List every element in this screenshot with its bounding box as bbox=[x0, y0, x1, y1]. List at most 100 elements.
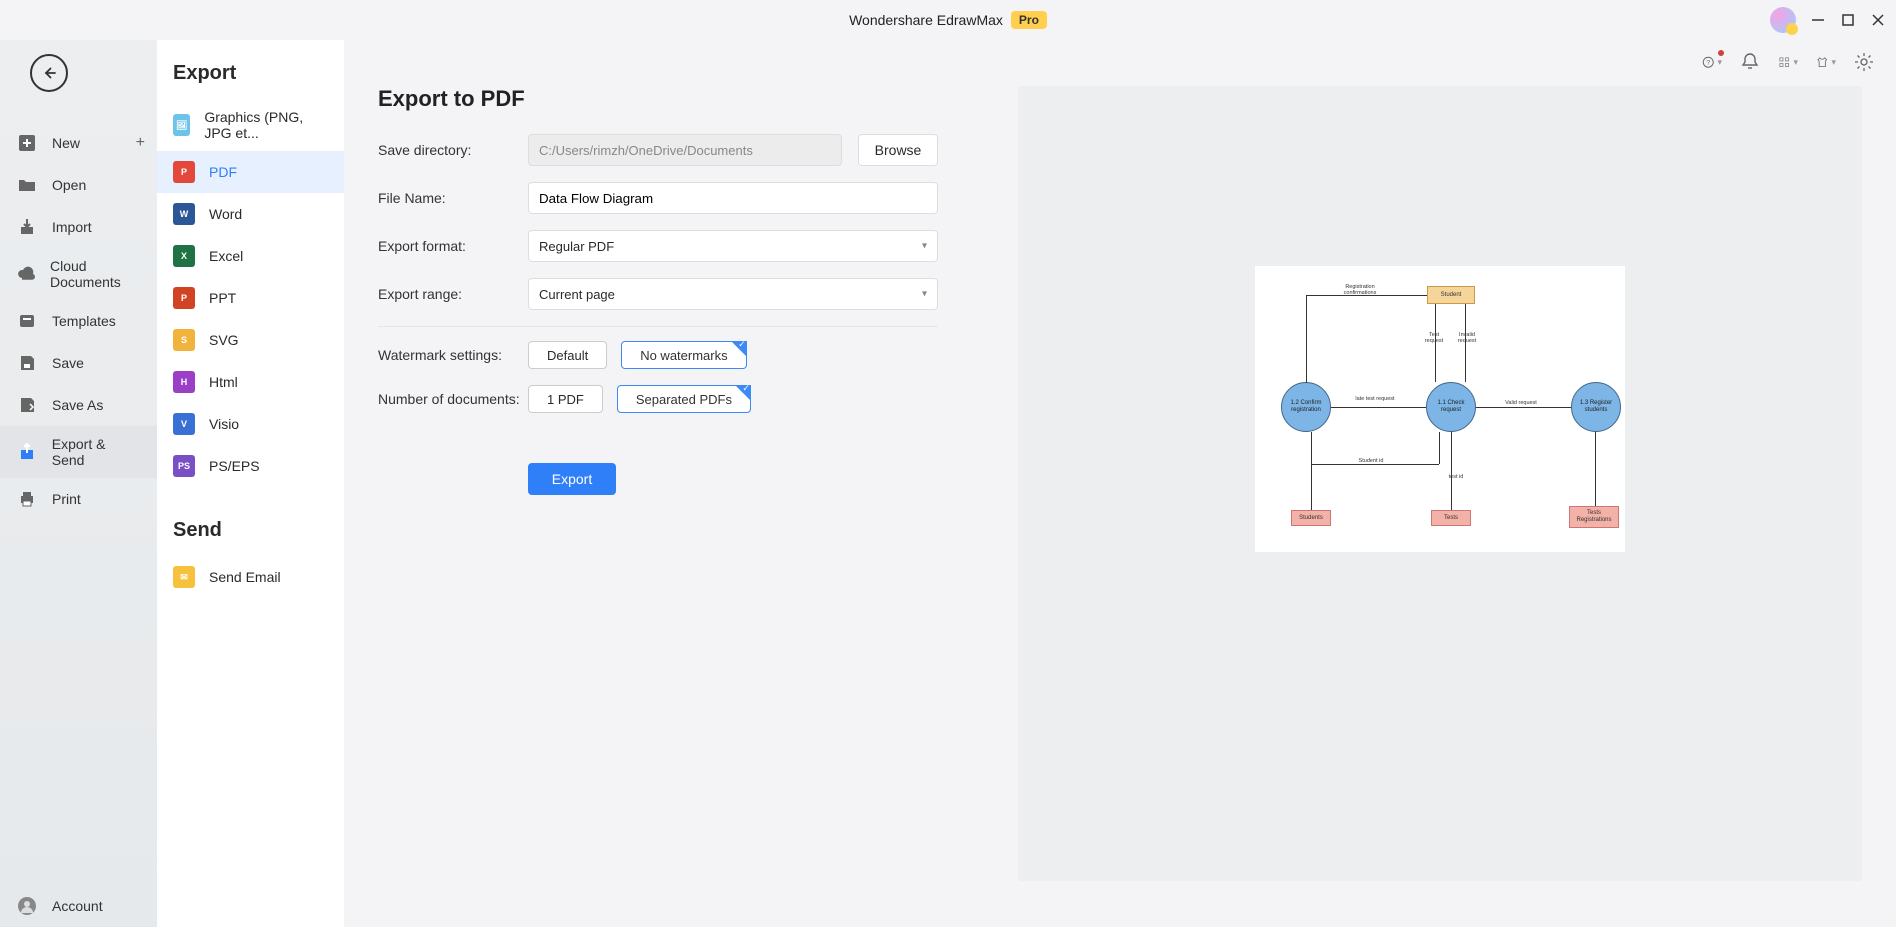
app-title: Wondershare EdrawMax bbox=[849, 12, 1003, 28]
dfd-students-store: Students bbox=[1291, 510, 1331, 526]
bell-icon[interactable] bbox=[1740, 52, 1760, 72]
watermark-none-button[interactable]: No watermarks bbox=[621, 341, 746, 369]
sidebar-item-label: Save As bbox=[52, 397, 103, 413]
svg-text:?: ? bbox=[1706, 59, 1710, 66]
shirt-icon[interactable]: ▾ bbox=[1816, 52, 1836, 72]
export-item-html[interactable]: H Html bbox=[157, 361, 344, 403]
ps-file-icon: PS bbox=[173, 455, 195, 477]
grid-apps-icon[interactable]: ▾ bbox=[1778, 52, 1798, 72]
back-button[interactable] bbox=[30, 54, 68, 92]
export-item-ppt[interactable]: P PPT bbox=[157, 277, 344, 319]
maximize-button[interactable] bbox=[1840, 12, 1856, 28]
browse-button[interactable]: Browse bbox=[858, 134, 938, 166]
sidebar-item-label: Open bbox=[52, 177, 86, 193]
svg-file-icon: S bbox=[173, 329, 195, 351]
export-item-visio[interactable]: V Visio bbox=[157, 403, 344, 445]
export-item-word[interactable]: W Word bbox=[157, 193, 344, 235]
folder-icon bbox=[16, 174, 38, 196]
filename-input[interactable] bbox=[528, 182, 938, 214]
export-item-label: Graphics (PNG, JPG et... bbox=[204, 109, 328, 141]
sidebar-item-export[interactable]: Export & Send bbox=[0, 426, 157, 478]
dfd-tests-store: Tests bbox=[1431, 510, 1471, 526]
export-item-graphics[interactable]: 🖼 Graphics (PNG, JPG et... bbox=[157, 99, 344, 151]
arrow-left-icon bbox=[40, 64, 58, 82]
export-item-pseps[interactable]: PS PS/EPS bbox=[157, 445, 344, 487]
dfd-label: test id bbox=[1441, 474, 1471, 480]
minimize-button[interactable] bbox=[1810, 12, 1826, 28]
sidebar-item-label: Export & Send bbox=[52, 436, 141, 468]
gear-icon[interactable] bbox=[1854, 52, 1874, 72]
export-item-svg[interactable]: S SVG bbox=[157, 319, 344, 361]
print-icon bbox=[16, 488, 38, 510]
save-dir-label: Save directory: bbox=[378, 142, 528, 158]
numdocs-label: Number of documents: bbox=[378, 391, 528, 407]
sidebar-item-label: Print bbox=[52, 491, 81, 507]
export-item-excel[interactable]: X Excel bbox=[157, 235, 344, 277]
pdf-file-icon: P bbox=[173, 161, 195, 183]
export-item-label: Word bbox=[209, 206, 242, 222]
export-item-pdf[interactable]: P PDF bbox=[157, 151, 344, 193]
export-heading: Export bbox=[157, 58, 344, 99]
export-item-label: PPT bbox=[209, 290, 236, 306]
sidebar-item-import[interactable]: Import bbox=[0, 206, 157, 248]
sidebar-item-label: Save bbox=[52, 355, 84, 371]
export-item-label: Visio bbox=[209, 416, 239, 432]
user-avatar-icon[interactable] bbox=[1770, 7, 1796, 33]
content-area: Export to PDF Save directory: C:/Users/r… bbox=[344, 40, 1896, 927]
numdocs-separated-button[interactable]: Separated PDFs bbox=[617, 385, 751, 413]
dfd-label: Invalid request bbox=[1453, 332, 1481, 344]
help-icon[interactable]: ?▾ bbox=[1702, 52, 1722, 72]
dfd-student: Student bbox=[1427, 286, 1475, 304]
sidebar-item-saveas[interactable]: Save As bbox=[0, 384, 157, 426]
export-button[interactable]: Export bbox=[528, 463, 616, 495]
range-select[interactable]: Current page▾ bbox=[528, 278, 938, 310]
sidebar-left: New + Open Import Cloud Documents Templa… bbox=[0, 40, 157, 927]
toolbar-right: ?▾ ▾ ▾ bbox=[1702, 52, 1874, 72]
sidebar-item-templates[interactable]: Templates bbox=[0, 300, 157, 342]
format-select[interactable]: Regular PDF▾ bbox=[528, 230, 938, 262]
sidebar-item-label: Account bbox=[52, 898, 103, 914]
dfd-check: 1.1 Check request bbox=[1426, 382, 1476, 432]
sidebar-item-new[interactable]: New + bbox=[0, 122, 157, 164]
preview-panel: Student 1.1 Check request 1.2 Confirm re… bbox=[1018, 86, 1862, 881]
dfd-testsreg-store: Tests Registrations bbox=[1569, 506, 1619, 528]
ppt-file-icon: P bbox=[173, 287, 195, 309]
export-item-label: SVG bbox=[209, 332, 239, 348]
export-item-label: Send Email bbox=[209, 569, 281, 585]
close-button[interactable] bbox=[1870, 12, 1886, 28]
dfd-label: Test request bbox=[1420, 332, 1448, 344]
dfd-label: late test request bbox=[1355, 396, 1395, 402]
range-label: Export range: bbox=[378, 286, 528, 302]
account-icon bbox=[16, 895, 38, 917]
check-corner-icon bbox=[735, 385, 751, 401]
sidebar-item-print[interactable]: Print bbox=[0, 478, 157, 520]
save-dir-input: C:/Users/rimzh/OneDrive/Documents bbox=[528, 134, 842, 166]
chevron-down-icon: ▾ bbox=[922, 241, 927, 252]
check-corner-icon bbox=[731, 341, 747, 357]
image-file-icon: 🖼 bbox=[173, 114, 190, 136]
filename-label: File Name: bbox=[378, 190, 528, 206]
save-icon bbox=[16, 352, 38, 374]
visio-file-icon: V bbox=[173, 413, 195, 435]
dfd-register: 1.3 Register students bbox=[1571, 382, 1621, 432]
dfd-label: Student id bbox=[1351, 458, 1391, 464]
export-item-label: Excel bbox=[209, 248, 243, 264]
sidebar-item-open[interactable]: Open bbox=[0, 164, 157, 206]
saveas-icon bbox=[16, 394, 38, 416]
dfd-confirm: 1.2 Confirm registration bbox=[1281, 382, 1331, 432]
sidebar-item-label: Cloud Documents bbox=[50, 258, 141, 290]
excel-file-icon: X bbox=[173, 245, 195, 267]
dfd-label: Valid request bbox=[1501, 400, 1541, 406]
plus-icon[interactable]: + bbox=[136, 134, 145, 152]
email-icon: ✉ bbox=[173, 566, 195, 588]
sidebar-item-save[interactable]: Save bbox=[0, 342, 157, 384]
numdocs-one-button[interactable]: 1 PDF bbox=[528, 385, 603, 413]
sidebar-item-cloud[interactable]: Cloud Documents bbox=[0, 248, 157, 300]
send-email-item[interactable]: ✉ Send Email bbox=[157, 556, 344, 598]
sidebar-item-account[interactable]: Account bbox=[0, 885, 157, 927]
preview-page: Student 1.1 Check request 1.2 Confirm re… bbox=[1255, 266, 1625, 552]
send-heading: Send bbox=[157, 515, 344, 556]
watermark-default-button[interactable]: Default bbox=[528, 341, 607, 369]
watermark-label: Watermark settings: bbox=[378, 347, 528, 363]
import-icon bbox=[16, 216, 38, 238]
